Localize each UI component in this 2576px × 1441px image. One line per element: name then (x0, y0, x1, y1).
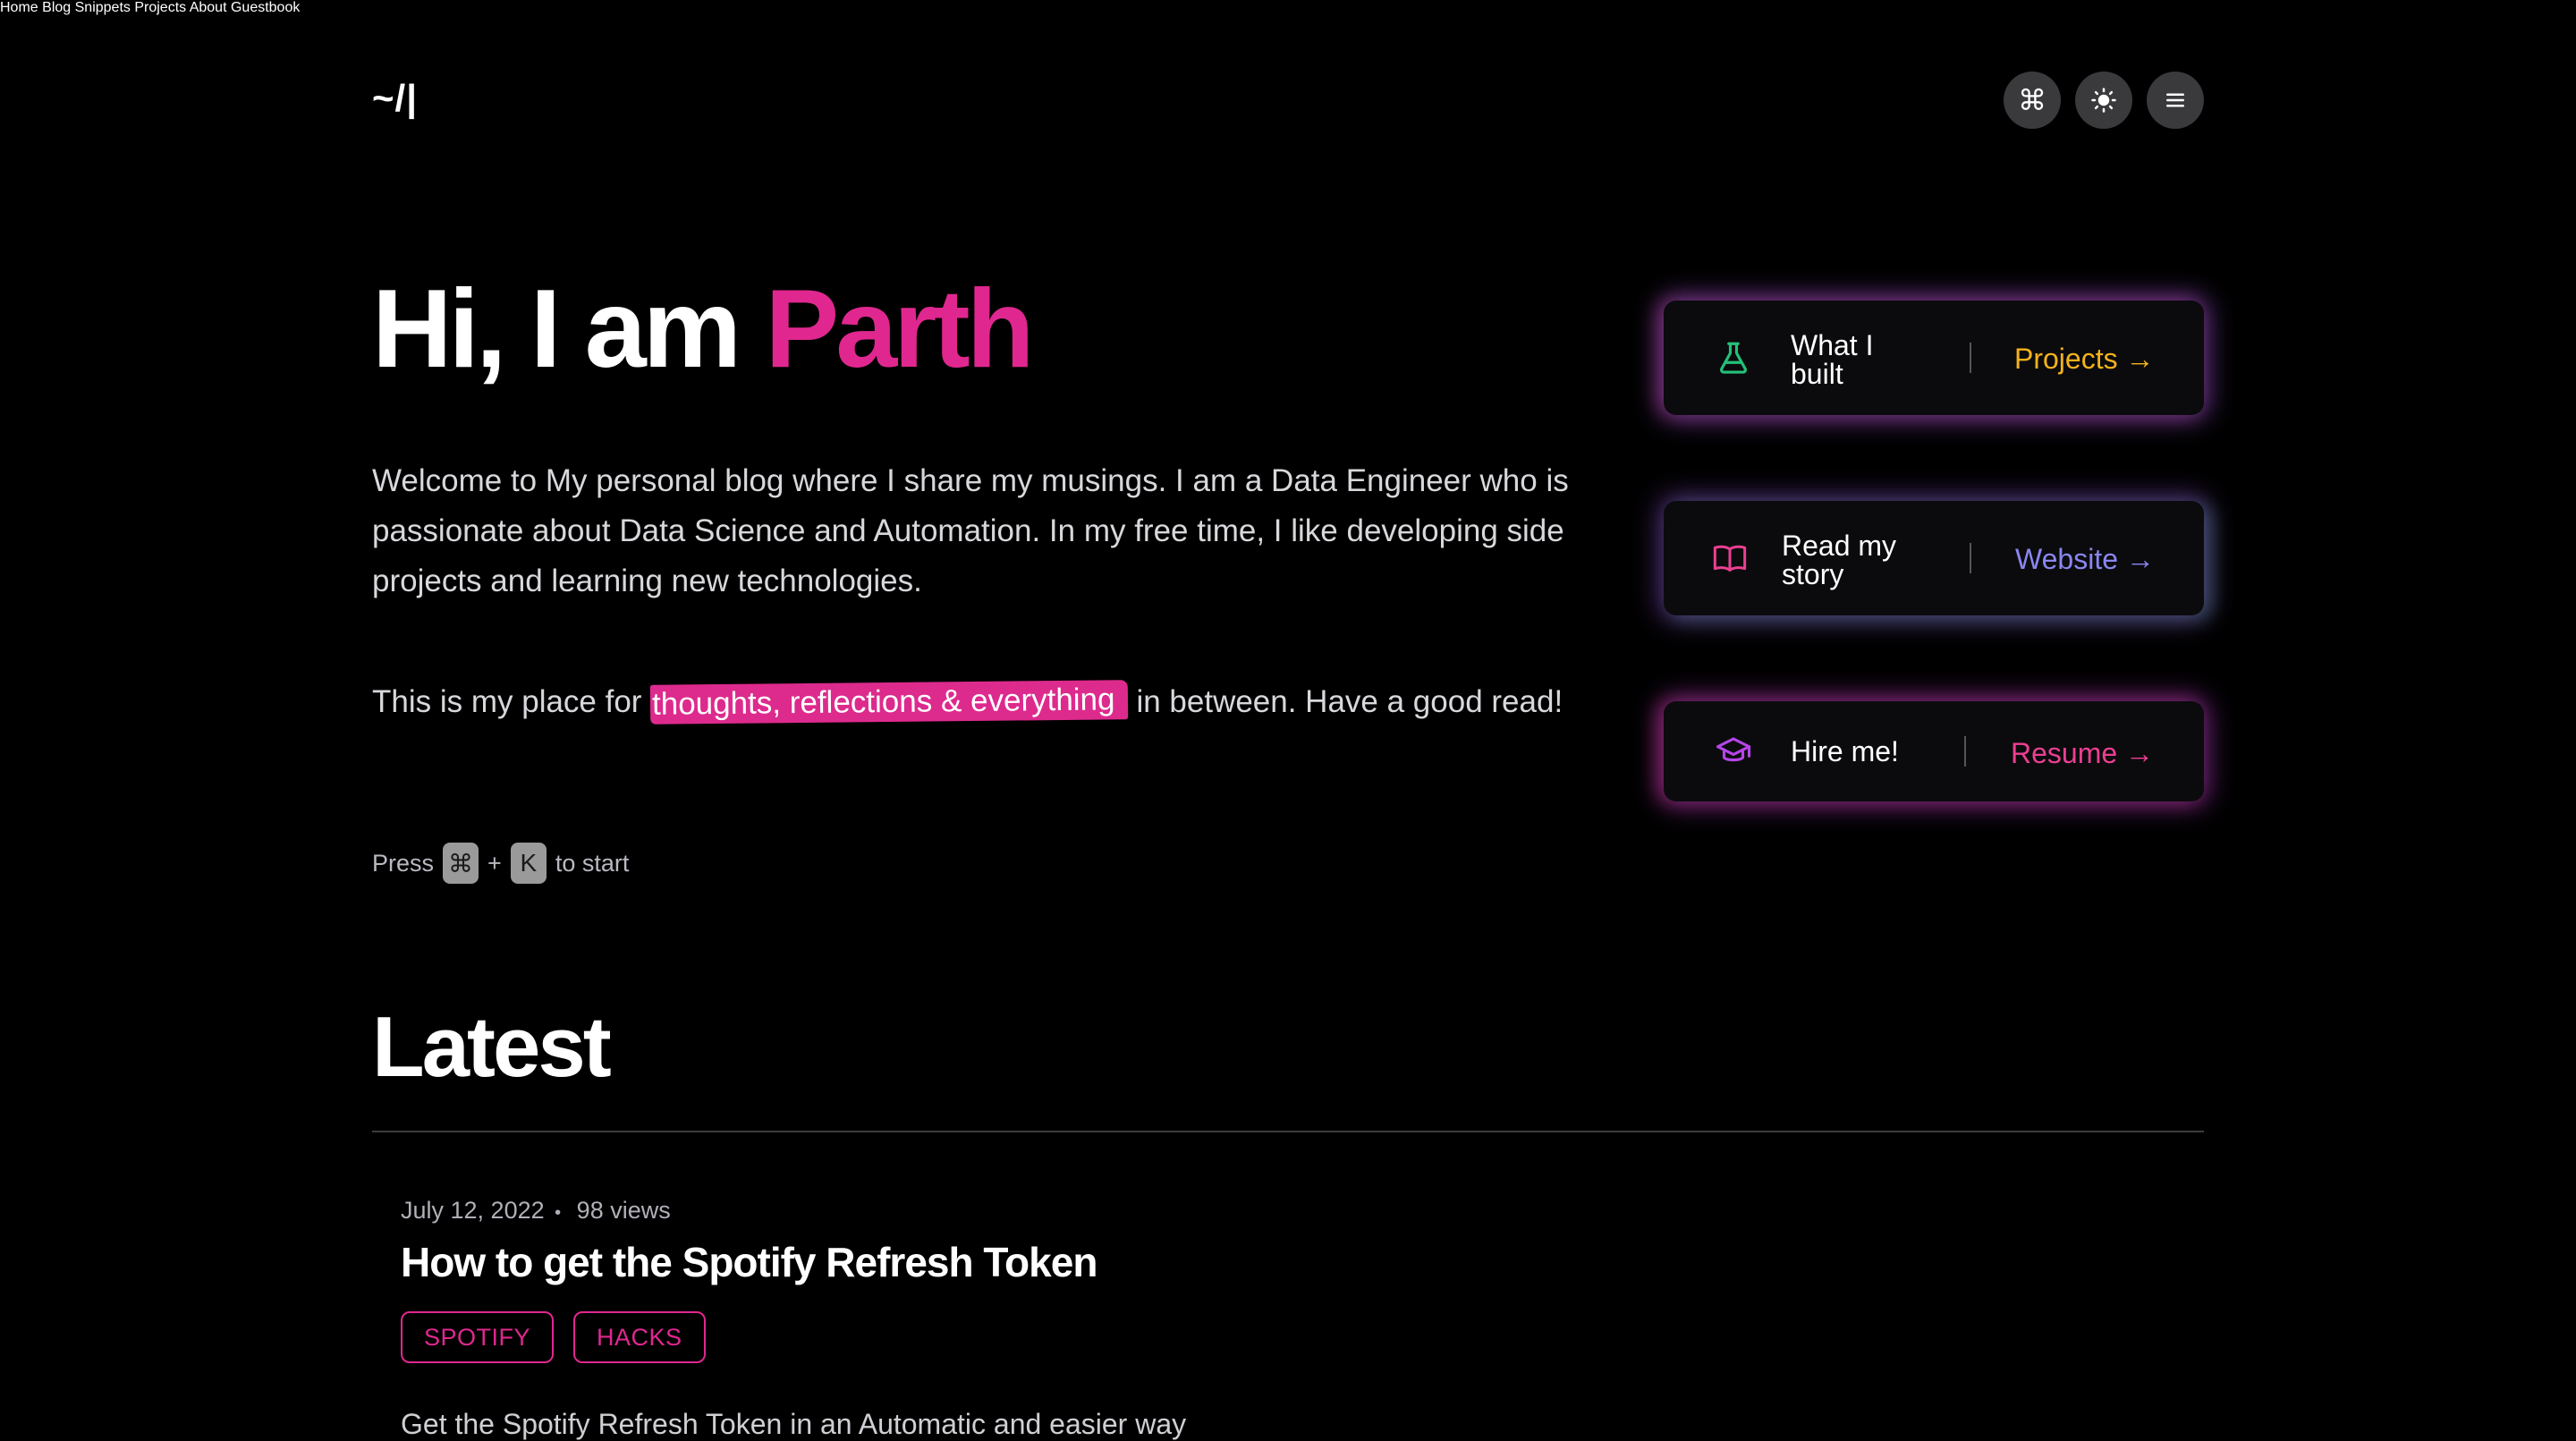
press-label: Press (372, 849, 435, 877)
press-suffix: to start (555, 849, 630, 877)
nav-projects[interactable]: Projects (134, 0, 186, 15)
graduation-cap-icon (1714, 732, 1753, 771)
card-label: Hire me! (1791, 735, 1899, 767)
post-meta: July 12, 2022 • 98 views (401, 1197, 671, 1225)
post-date: July 12, 2022 (401, 1197, 545, 1224)
hamburger-icon (2166, 93, 2184, 107)
nav-about[interactable]: About (190, 0, 227, 15)
section-divider (372, 1131, 2204, 1132)
hero-paragraph: This is my place for thoughts, reflectio… (372, 677, 1571, 727)
card-label: What I built (1791, 329, 1874, 390)
post-excerpt: Get the Spotify Refresh Token in an Auto… (401, 1408, 1187, 1440)
site-logo[interactable]: ~/| (372, 77, 418, 120)
nav-blog[interactable]: Blog (42, 0, 71, 15)
hero-intro: Welcome to My personal blog where I shar… (372, 463, 1569, 598)
card-divider (1970, 343, 1971, 373)
meta-dot: • (555, 1203, 562, 1223)
para-text-before: This is my place for (372, 684, 651, 719)
hero-title: Hi, I am Parth (372, 267, 1034, 392)
post-title[interactable]: How to get the Spotify Refresh Token (401, 1238, 1097, 1286)
beaker-icon (1714, 338, 1753, 377)
main-nav: Home Blog Snippets Projects About Guestb… (0, 0, 2576, 16)
book-icon (1710, 538, 1750, 578)
command-palette-button[interactable]: ⌘ (2004, 72, 2061, 129)
command-icon: ⌘ (2018, 84, 2046, 116)
post-views: 98 views (576, 1197, 671, 1224)
card-label: Read my story (1782, 530, 1897, 590)
k-key: K (510, 843, 547, 884)
hero-name: Parth (765, 267, 1034, 391)
nav-snippets[interactable]: Snippets (75, 0, 131, 15)
latest-heading: Latest (372, 999, 612, 1095)
highlighted-text: thoughts, reflections & everything (649, 680, 1128, 725)
nav-home[interactable]: Home (0, 0, 38, 15)
plus-sign: + (487, 849, 502, 877)
sun-icon (2091, 88, 2116, 113)
tag-spotify[interactable]: SPOTIFY (401, 1311, 555, 1363)
card-projects[interactable]: What I built Projects → (1664, 301, 2204, 415)
card-divider (1970, 543, 1971, 573)
resume-link[interactable]: Resume → (2011, 737, 2154, 770)
website-link[interactable]: Website → (2015, 543, 2155, 576)
theme-toggle-button[interactable] (2075, 72, 2132, 129)
keyboard-hint: Press ⌘ + K to start (372, 843, 629, 884)
projects-link[interactable]: Projects → (2014, 343, 2154, 376)
hero-greeting: Hi, I am (372, 267, 766, 391)
para-text-after: in between. Have a good read! (1127, 684, 1563, 719)
card-divider (1964, 736, 1966, 767)
card-hire[interactable]: Hire me! Resume → (1664, 701, 2204, 801)
tag-hacks[interactable]: HACKS (573, 1311, 706, 1363)
nav-guestbook[interactable]: Guestbook (231, 0, 300, 15)
card-story[interactable]: Read my story Website → (1664, 501, 2204, 615)
menu-button[interactable] (2147, 72, 2204, 129)
command-key: ⌘ (443, 843, 479, 884)
